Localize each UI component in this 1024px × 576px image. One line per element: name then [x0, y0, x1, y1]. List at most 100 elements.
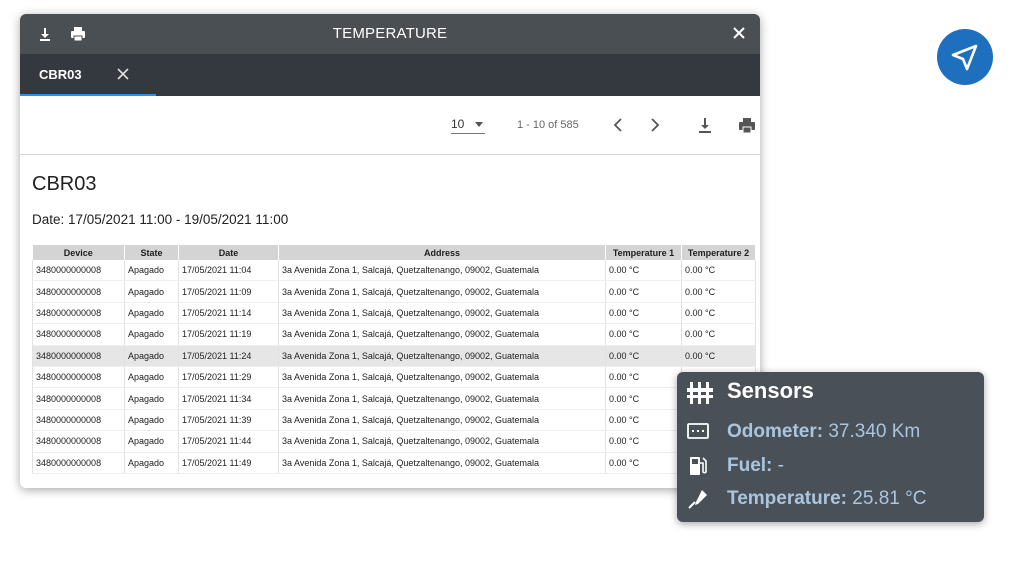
window-title: TEMPERATURE	[332, 25, 448, 42]
table-cell: 3480000000008	[32, 345, 125, 367]
table-cell: 17/05/2021 11:39	[178, 409, 279, 432]
table-row[interactable]: 3480000000008 Apagado 17/05/2021 11:14 3a A…	[32, 302, 756, 325]
fuel-value: -	[777, 455, 784, 476]
table-cell: Apagado	[124, 387, 179, 410]
table-cell: 17/05/2021 11:49	[178, 452, 279, 474]
table-cell: 17/05/2021 11:09	[178, 280, 279, 303]
odometer-label: Odometer:	[727, 421, 824, 442]
table-cell: 0.00 °C	[681, 323, 756, 346]
report-content: CBR03 Date: 17/05/2021 11:00 - 19/05/202…	[20, 173, 760, 474]
report-title: CBR03	[32, 173, 97, 195]
sliders-icon	[687, 381, 713, 410]
table-cell: 0.00 °C	[605, 387, 682, 410]
chevron-right-icon[interactable]	[645, 116, 663, 134]
temperature-report-window: TEMPERATURE CBR03 10 1 - 10 of 585 CBR03…	[20, 14, 760, 488]
sensors-panel: Sensors Odometer: 37.340 Km Fuel: - Temp…	[677, 372, 984, 522]
table-cell: 0.00 °C	[605, 345, 682, 367]
temperature-table: Device State Date Address Temperature 1 …	[32, 245, 756, 474]
column-header[interactable]: Address	[278, 245, 606, 260]
table-cell: Apagado	[124, 323, 179, 346]
navigation-button[interactable]	[937, 29, 993, 85]
table-row[interactable]: 3480000000008 Apagado 17/05/2021 11:24 3a A…	[32, 345, 756, 367]
close-icon[interactable]	[116, 67, 130, 81]
report-date-range: Date: 17/05/2021 11:00 - 19/05/2021 11:0…	[32, 212, 289, 227]
table-cell: 17/05/2021 11:44	[178, 430, 279, 453]
tab-cbr03[interactable]: CBR03	[20, 54, 156, 96]
temperature-label: Temperature:	[727, 488, 848, 509]
table-cell: Apagado	[124, 260, 179, 282]
table-cell: 3480000000008	[32, 323, 125, 346]
column-header[interactable]: State	[124, 245, 179, 260]
table-cell: 17/05/2021 11:04	[178, 260, 279, 282]
table-cell: 17/05/2021 11:34	[178, 387, 279, 410]
table-cell: 3480000000008	[32, 452, 125, 474]
temperature-value: 25.81 °C	[852, 488, 927, 509]
table-cell: 0.00 °C	[605, 302, 682, 325]
table-cell: Apagado	[124, 452, 179, 474]
chevron-down-icon	[475, 122, 483, 127]
table-cell: 0.00 °C	[681, 260, 756, 282]
column-header[interactable]: Date	[178, 245, 279, 260]
table-cell: 3480000000008	[32, 260, 125, 282]
table-row[interactable]: 3480000000008 Apagado 17/05/2021 11:34 3a A…	[32, 387, 756, 410]
table-cell: 0.00 °C	[681, 302, 756, 325]
table-cell: 0.00 °C	[605, 409, 682, 432]
table-cell: 3a Avenida Zona 1, Salcajá, Quetzaltenan…	[278, 366, 606, 389]
table-row[interactable]: 3480000000008 Apagado 17/05/2021 11:29 3a A…	[32, 366, 756, 389]
odometer-icon	[687, 421, 709, 447]
table-row[interactable]: 3480000000008 Apagado 17/05/2021 11:09 3a A…	[32, 280, 756, 303]
fuel-label: Fuel:	[727, 455, 773, 476]
column-header[interactable]: Temperature 2	[681, 245, 756, 260]
table-cell: Apagado	[124, 280, 179, 303]
table-cell: 3a Avenida Zona 1, Salcajá, Quetzaltenan…	[278, 409, 606, 432]
table-cell: 17/05/2021 11:24	[178, 345, 279, 367]
table-header-row: Device State Date Address Temperature 1 …	[32, 245, 756, 260]
table-cell: 3480000000008	[32, 430, 125, 453]
tab-label: CBR03	[39, 67, 82, 82]
table-cell: 3a Avenida Zona 1, Salcajá, Quetzaltenan…	[278, 452, 606, 474]
table-cell: 17/05/2021 11:29	[178, 366, 279, 389]
close-icon[interactable]	[730, 24, 748, 42]
sensors-title: Sensors	[727, 378, 814, 403]
thermometer-icon	[687, 488, 709, 516]
table-row[interactable]: 3480000000008 Apagado 17/05/2021 11:19 3a A…	[32, 323, 756, 346]
table-cell: Apagado	[124, 345, 179, 367]
table-cell: 17/05/2021 11:14	[178, 302, 279, 325]
print-icon[interactable]	[738, 116, 756, 134]
table-cell: 3480000000008	[32, 302, 125, 325]
table-row[interactable]: 3480000000008 Apagado 17/05/2021 11:49 3a A…	[32, 452, 756, 474]
table-cell: 3480000000008	[32, 366, 125, 389]
column-header[interactable]: Temperature 1	[605, 245, 682, 260]
table-cell: Apagado	[124, 302, 179, 325]
table-cell: 3a Avenida Zona 1, Salcajá, Quetzaltenan…	[278, 430, 606, 453]
table-cell: 17/05/2021 11:19	[178, 323, 279, 346]
table-row[interactable]: 3480000000008 Apagado 17/05/2021 11:04 3a A…	[32, 260, 756, 282]
table-cell: 3a Avenida Zona 1, Salcajá, Quetzaltenan…	[278, 260, 606, 282]
page-size-select[interactable]: 10	[451, 117, 485, 134]
table-cell: 3480000000008	[32, 280, 125, 303]
table-cell: 3a Avenida Zona 1, Salcajá, Quetzaltenan…	[278, 280, 606, 303]
table-cell: 3a Avenida Zona 1, Salcajá, Quetzaltenan…	[278, 302, 606, 325]
table-cell: Apagado	[124, 409, 179, 432]
table-cell: 0.00 °C	[605, 323, 682, 346]
table-cell: 0.00 °C	[681, 280, 756, 303]
table-cell: 3a Avenida Zona 1, Salcajá, Quetzaltenan…	[278, 387, 606, 410]
window-titlebar: TEMPERATURE	[20, 14, 760, 54]
table-cell: Apagado	[124, 366, 179, 389]
pagination-range: 1 - 10 of 585	[517, 119, 579, 131]
page-size-value: 10	[451, 117, 465, 131]
download-icon[interactable]	[696, 116, 714, 134]
table-cell: 3a Avenida Zona 1, Salcajá, Quetzaltenan…	[278, 323, 606, 346]
table-cell: 0.00 °C	[605, 430, 682, 453]
table-row[interactable]: 3480000000008 Apagado 17/05/2021 11:39 3a A…	[32, 409, 756, 432]
table-cell: 0.00 °C	[605, 366, 682, 389]
report-toolbar: 10 1 - 10 of 585	[20, 96, 760, 155]
table-body: 3480000000008 Apagado 17/05/2021 11:04 3a A…	[32, 260, 756, 474]
tab-bar: CBR03	[20, 54, 760, 96]
table-cell: 0.00 °C	[605, 260, 682, 282]
table-row[interactable]: 3480000000008 Apagado 17/05/2021 11:44 3a A…	[32, 430, 756, 453]
table-cell: 3480000000008	[32, 387, 125, 410]
column-header[interactable]: Device	[32, 245, 125, 260]
chevron-left-icon[interactable]	[610, 116, 628, 134]
table-cell: 3480000000008	[32, 409, 125, 432]
